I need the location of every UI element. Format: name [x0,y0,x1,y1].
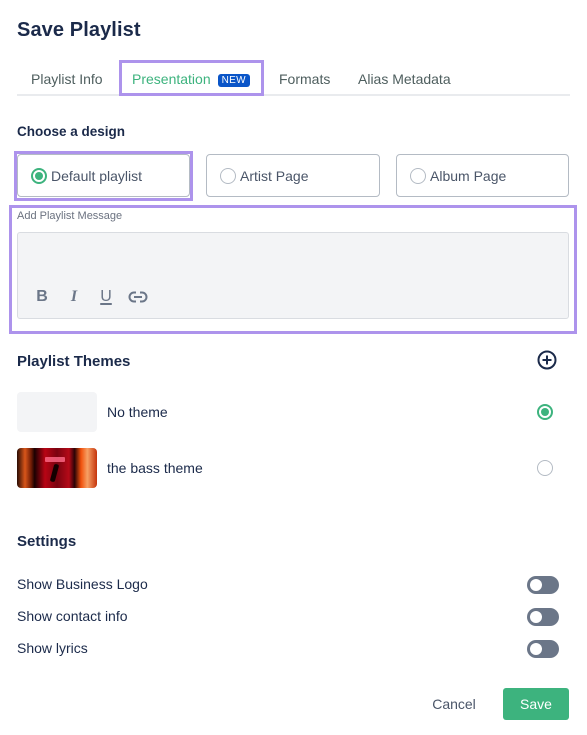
setting-show-contact-info: Show contact info [17,607,570,627]
radio-unselected-icon[interactable] [537,460,553,476]
design-option-album-page[interactable]: Album Page [396,154,569,197]
cancel-button[interactable]: Cancel [421,688,487,720]
theme-item-no-theme[interactable]: No theme [17,392,570,432]
tab-presentation-label: Presentation [132,71,211,87]
toggle-switch-off[interactable] [527,640,559,658]
design-option-default-playlist[interactable]: Default playlist [17,154,190,197]
design-option-label: Default playlist [51,167,143,184]
radio-selected-icon[interactable] [31,167,47,184]
playlist-message-editor[interactable]: B I U [17,232,569,319]
setting-label: Show Business Logo [17,576,148,592]
tab-bar: Playlist Info Presentation NEW Formats Al… [17,60,570,96]
choose-design-heading: Choose a design [17,124,126,139]
underline-icon[interactable]: U [97,288,115,306]
tab-formats[interactable]: Formats [279,71,330,87]
radio-unselected-icon[interactable] [410,167,426,184]
radio-unselected-icon[interactable] [220,167,236,184]
design-option-artist-page[interactable]: Artist Page [206,154,380,197]
neon-sign-decoration [45,457,65,462]
tab-alias-metadata[interactable]: Alias Metadata [358,71,451,87]
setting-show-business-logo: Show Business Logo [17,575,570,595]
toggle-switch-off[interactable] [527,608,559,626]
bold-icon[interactable]: B [33,288,51,306]
theme-thumbnail-image [17,448,97,488]
theme-name: the bass theme [107,460,203,476]
italic-icon[interactable]: I [65,288,83,306]
figure-silhouette-decoration [49,463,60,483]
theme-name: No theme [107,404,168,420]
radio-selected-icon[interactable] [537,404,553,420]
link-icon[interactable] [128,288,148,306]
setting-label: Show contact info [17,608,128,624]
design-option-label: Album Page [430,167,507,184]
settings-heading: Settings [17,533,77,550]
toggle-switch-off[interactable] [527,576,559,594]
setting-show-lyrics: Show lyrics [17,639,570,659]
playlist-themes-heading: Playlist Themes [17,353,131,370]
theme-item-bass-theme[interactable]: the bass theme [17,448,570,488]
save-button[interactable]: Save [503,688,569,720]
page-title: Save Playlist [17,19,141,41]
setting-label: Show lyrics [17,640,88,656]
theme-thumbnail [17,392,97,432]
tab-presentation[interactable]: Presentation NEW [132,71,250,87]
tab-playlist-info[interactable]: Playlist Info [31,71,103,87]
plus-circle-icon[interactable] [537,350,557,370]
design-option-label: Artist Page [240,167,309,184]
message-label: Add Playlist Message [17,210,123,222]
new-badge: NEW [217,74,250,87]
